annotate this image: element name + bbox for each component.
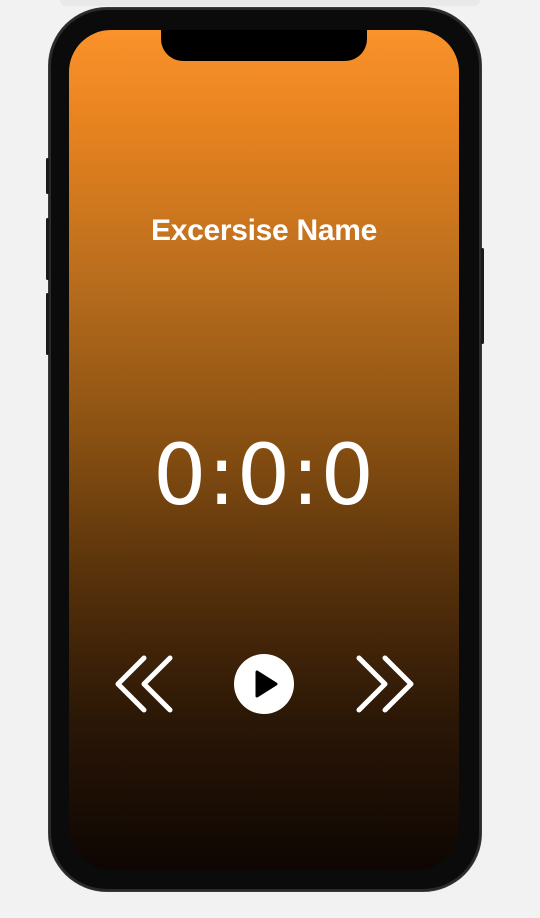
notch xyxy=(161,30,367,61)
exercise-name: Excersise Name xyxy=(151,214,377,247)
double-chevron-left-icon xyxy=(115,655,173,713)
play-button[interactable] xyxy=(233,652,297,716)
top-edge-shadow xyxy=(60,0,480,6)
phone-frame: Excersise Name 0:0:0 xyxy=(46,8,484,891)
side-button-left-3 xyxy=(46,293,49,355)
previous-button[interactable] xyxy=(114,652,178,716)
timer-display: 0:0:0 xyxy=(153,426,375,524)
playback-controls xyxy=(69,652,459,716)
double-chevron-right-icon xyxy=(356,655,414,713)
side-button-right xyxy=(481,248,484,344)
phone-screen: Excersise Name 0:0:0 xyxy=(69,30,459,870)
next-button[interactable] xyxy=(351,652,415,716)
side-button-left-1 xyxy=(46,158,49,194)
play-circle-icon xyxy=(234,654,294,714)
side-button-left-2 xyxy=(46,218,49,280)
